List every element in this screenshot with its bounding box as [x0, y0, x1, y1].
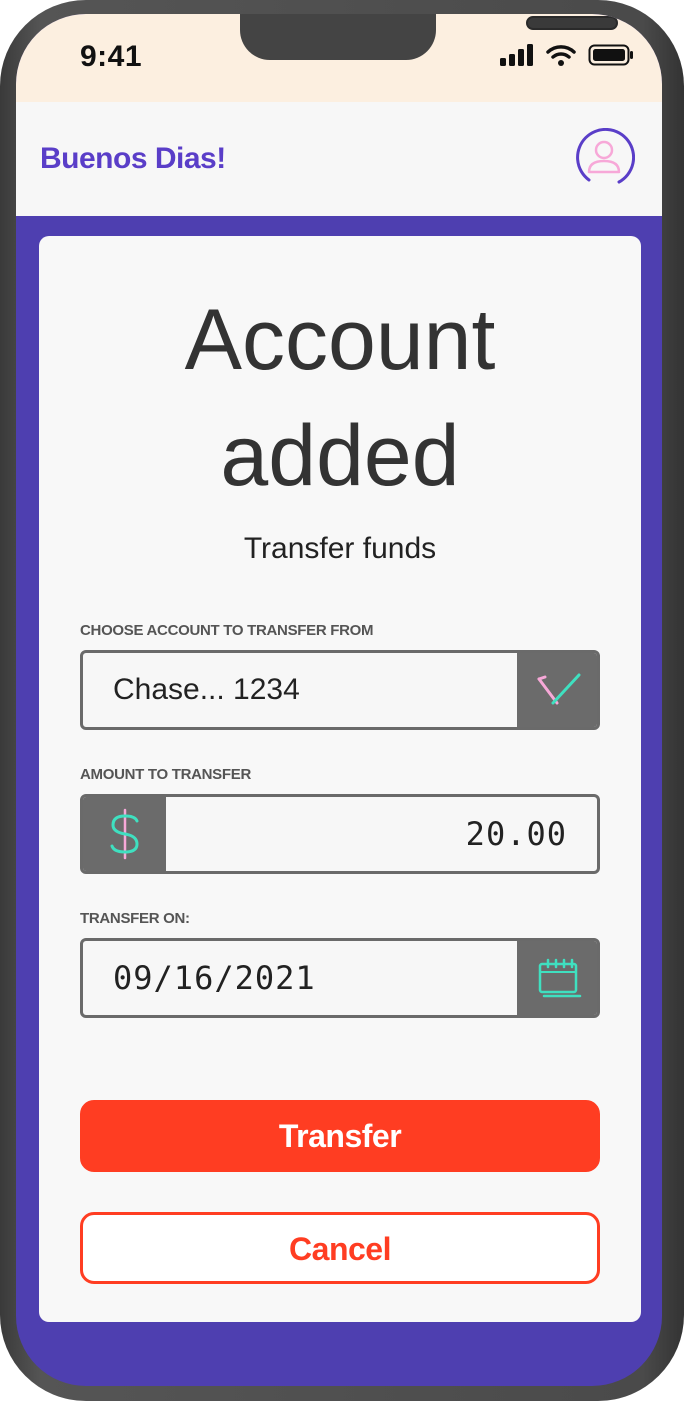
calendar-icon [538, 958, 581, 998]
amount-label: AMOUNT TO TRANSFER [80, 766, 251, 783]
notch [240, 14, 618, 60]
transfer-card: Account added Transfer funds CHOOSE ACCO… [39, 236, 641, 1322]
battery-icon [588, 44, 633, 66]
transfer-date-value: 09/16/2021 [113, 959, 316, 997]
speaker [526, 16, 618, 30]
amount-value: 20.00 [465, 815, 567, 853]
dollar-icon [110, 808, 139, 860]
app-header: Buenos Dias! [16, 102, 662, 216]
greeting-title: Buenos Dias! [40, 142, 226, 175]
wifi-icon [546, 45, 576, 66]
from-account-value: Chase... 1234 [113, 673, 300, 706]
from-account-select[interactable]: Chase... 1234 [80, 650, 600, 730]
signal-icon [500, 44, 533, 66]
checkmark-dropdown-icon [537, 673, 580, 705]
account-dropdown-button[interactable] [517, 653, 597, 727]
screen: 9:41 Buenos Dias! Account added Transfer… [16, 14, 662, 1386]
status-time: 9:41 [80, 40, 143, 73]
page-subtitle: Transfer funds [243, 532, 437, 565]
status-icons [500, 44, 634, 66]
transfer-date-input[interactable]: 09/16/2021 [80, 938, 600, 1018]
currency-badge [83, 797, 166, 871]
profile-button[interactable] [573, 127, 636, 190]
cancel-button[interactable]: Cancel [80, 1212, 600, 1284]
transfer-button[interactable]: Transfer [80, 1100, 600, 1172]
amount-input[interactable]: 20.00 [80, 794, 600, 874]
user-avatar-icon [576, 127, 636, 184]
phone-frame: 9:41 Buenos Dias! Account added Transfer… [0, 0, 684, 1401]
from-account-label: CHOOSE ACCOUNT TO TRANSFER FROM [80, 622, 374, 639]
page-title: Account added [184, 292, 496, 504]
transfer-on-label: TRANSFER ON: [80, 910, 190, 927]
status-bar: 9:41 [16, 14, 662, 102]
calendar-button[interactable] [517, 941, 597, 1015]
